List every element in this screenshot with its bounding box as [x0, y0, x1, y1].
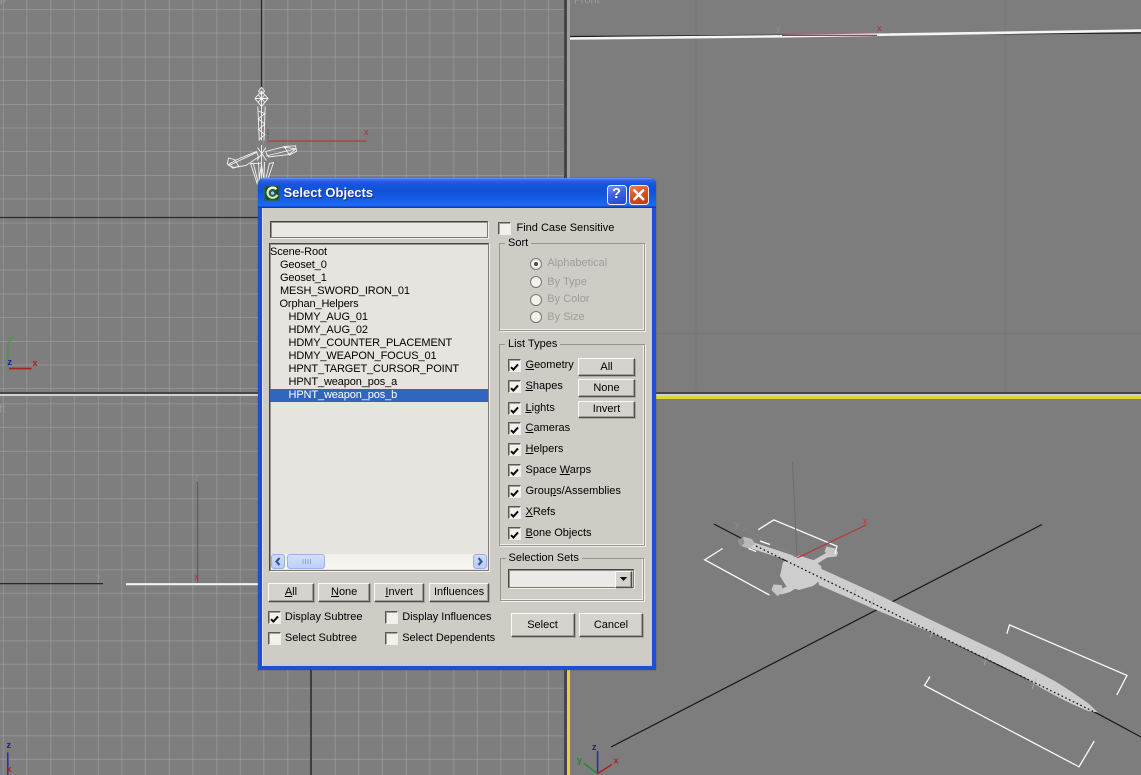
- svg-text:z: z: [790, 450, 795, 460]
- svg-text:Front: Front: [574, 0, 600, 7]
- svg-text:Left: Left: [0, 404, 5, 416]
- svg-text:x: x: [877, 23, 882, 33]
- svg-text:y: y: [776, 23, 781, 33]
- svg-text:y: y: [735, 519, 740, 529]
- svg-text:p: p: [0, 0, 6, 5]
- svg-text:y: y: [577, 755, 582, 765]
- svg-text:z: z: [7, 740, 12, 750]
- svg-text:z: z: [8, 357, 13, 367]
- svg-text:x: x: [364, 127, 369, 137]
- svg-text:z: z: [195, 473, 200, 483]
- svg-text:x: x: [7, 764, 12, 774]
- svg-text:x: x: [195, 572, 200, 582]
- svg-text:x: x: [33, 358, 38, 368]
- svg-text:x: x: [614, 756, 619, 766]
- svg-text:x: x: [863, 516, 868, 526]
- svg-text:z: z: [592, 742, 597, 752]
- svg-text:y: y: [96, 572, 101, 582]
